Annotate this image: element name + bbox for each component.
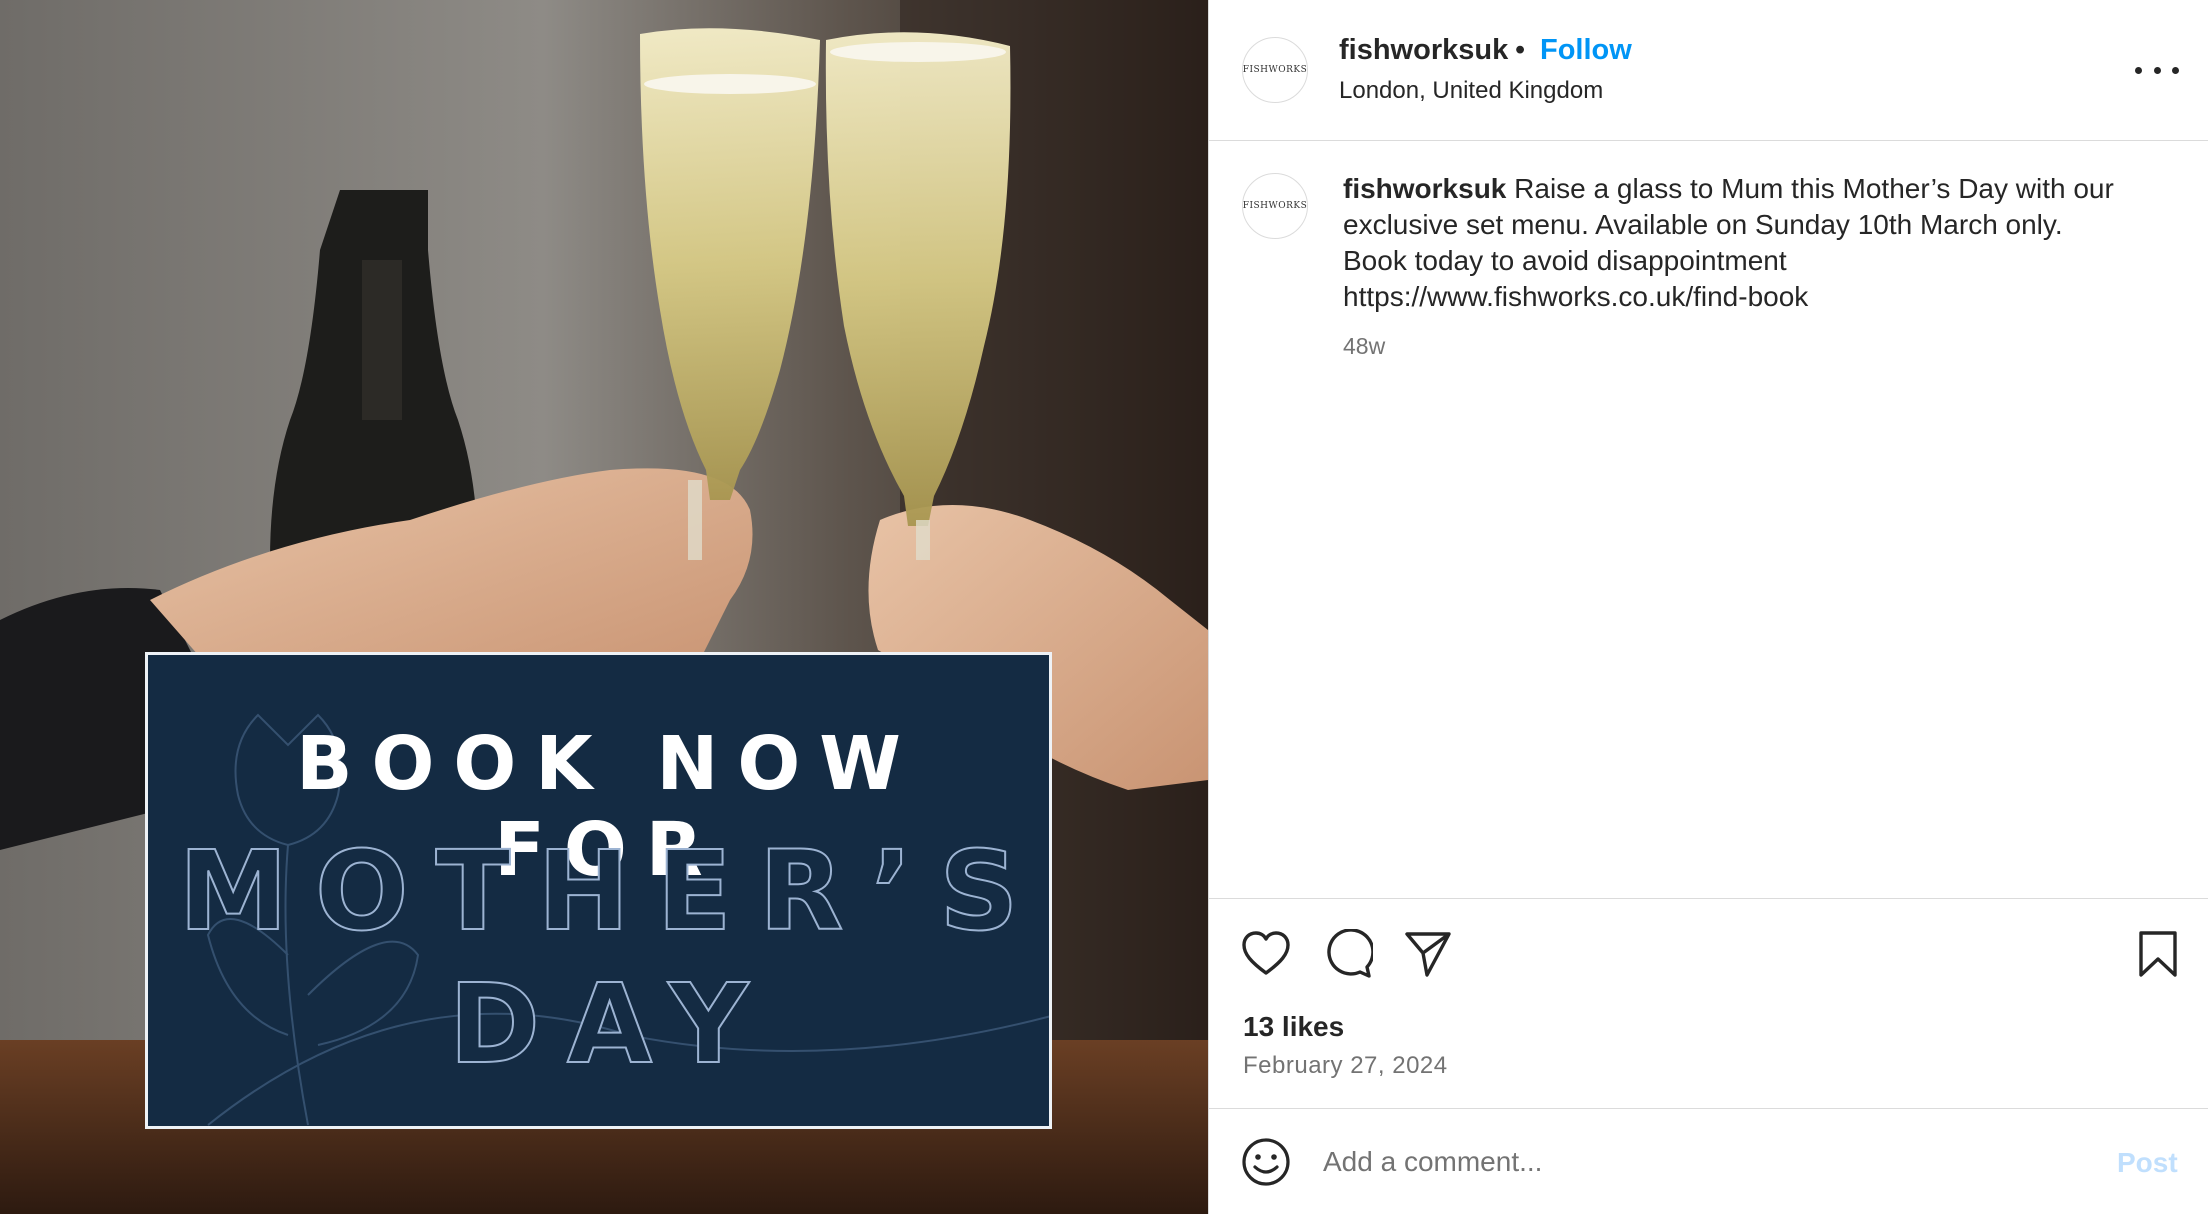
separator-dot: • (1515, 34, 1526, 66)
caption-avatar-logo-text: FISHWORKS (1242, 201, 1308, 211)
post-image[interactable]: BOOK NOW FOR MOTHER’S DAY (0, 0, 1208, 1214)
caption-text: fishworksuk Raise a glass to Mum this Mo… (1343, 171, 2183, 315)
post-actions: 13 likes February 27, 2024 (1209, 898, 2208, 1108)
caption-avatar[interactable]: FISHWORKS (1242, 173, 1308, 239)
caption-timestamp[interactable]: 48w (1343, 333, 1385, 360)
caption-line2: Book today to avoid disappointment (1343, 245, 1787, 276)
avatar[interactable]: FISHWORKS (1242, 37, 1308, 103)
comment-input[interactable] (1323, 1139, 2043, 1185)
comment-bar: Post (1209, 1108, 2208, 1214)
header-username[interactable]: fishworksuk (1339, 34, 1508, 67)
follow-button[interactable]: Follow (1540, 34, 1632, 67)
avatar-logo-text: FISHWORKS (1242, 65, 1308, 75)
post-header: FISHWORKS fishworksuk • Follow London, U… (1209, 0, 2208, 141)
emoji-icon[interactable] (1241, 1137, 1291, 1187)
promo-banner: BOOK NOW FOR MOTHER’S DAY (145, 652, 1052, 1129)
more-options-icon[interactable] (2135, 52, 2179, 88)
heart-icon[interactable] (1241, 929, 1291, 979)
banner-title-day: DAY (448, 959, 776, 1089)
comment-icon[interactable] (1323, 928, 1375, 979)
caption-link: https://www.fishworks.co.uk/find-book (1343, 281, 1809, 312)
likes-count[interactable]: 13 likes (1243, 1011, 1344, 1043)
caption-username[interactable]: fishworksuk (1343, 173, 1506, 204)
bookmark-icon[interactable] (2133, 929, 2183, 979)
post-comment-button[interactable]: Post (2117, 1147, 2178, 1179)
post-panel: FISHWORKS fishworksuk • Follow London, U… (1208, 0, 2208, 1214)
location-link[interactable]: London, United Kingdom (1339, 77, 1603, 105)
post-date[interactable]: February 27, 2024 (1243, 1052, 1448, 1080)
share-icon[interactable] (1403, 929, 1453, 979)
banner-title-mothers: MOTHER’S (178, 826, 1046, 956)
